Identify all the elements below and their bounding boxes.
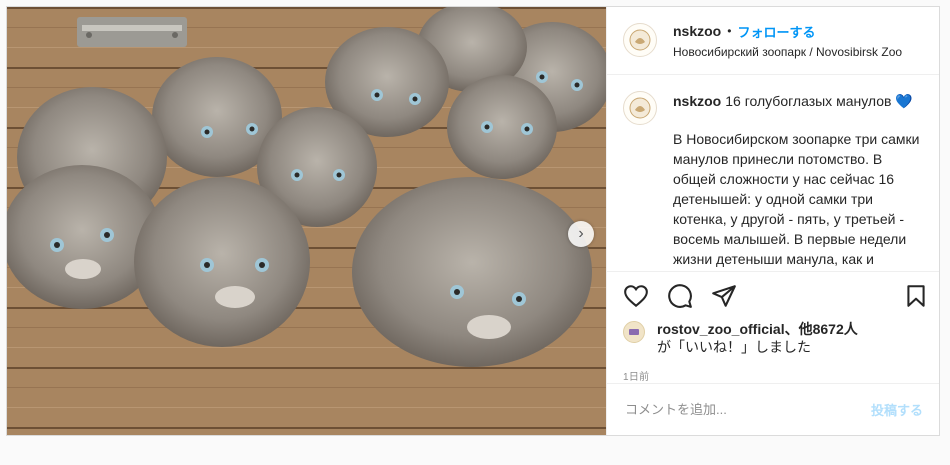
liker-avatar[interactable] xyxy=(623,321,645,344)
zoo-logo-icon xyxy=(629,97,651,119)
avatar[interactable] xyxy=(623,23,657,58)
zoo-logo-icon xyxy=(629,29,651,51)
post-comment-button[interactable]: 投稿する xyxy=(871,400,923,419)
location-link[interactable]: Новосибирский зоопарк / Novosibirsk Zoo xyxy=(673,45,902,59)
post-photo[interactable]: › xyxy=(7,7,606,435)
kittens-photo xyxy=(7,7,606,435)
instagram-post: › nskzoo • フォローする Новосибирский зоопарк … xyxy=(6,6,940,436)
separator-dot: • xyxy=(727,24,732,39)
caption-area: nskzoo 16 голубоглазых манулов 💙 В Новоси… xyxy=(607,75,939,271)
likes-suffix: が「いいね！」しました xyxy=(657,339,811,356)
liker-username[interactable]: rostov_zoo_official xyxy=(657,321,785,337)
follow-button[interactable]: フォローする xyxy=(737,22,815,41)
caption-text: nskzoo 16 голубоглазых манулов 💙 В Новоси… xyxy=(673,91,923,271)
chevron-right-icon: › xyxy=(578,225,584,242)
post-timestamp[interactable]: 1日前 xyxy=(607,356,939,383)
post-header: nskzoo • フォローする Новосибирский зоопарк / … xyxy=(607,7,939,75)
caption-avatar[interactable] xyxy=(623,90,657,125)
caption-username[interactable]: nskzoo xyxy=(673,93,721,109)
heart-icon[interactable] xyxy=(623,283,649,309)
rostov-zoo-logo-icon xyxy=(629,329,639,336)
comment-bar: 投稿する xyxy=(607,383,939,435)
likes-text: rostov_zoo_official、他8672人 が「いいね！」しました xyxy=(657,320,858,356)
comment-input[interactable] xyxy=(623,401,871,419)
comment-icon[interactable] xyxy=(667,283,693,309)
post-sidebar: nskzoo • フォローする Новосибирский зоопарк / … xyxy=(606,7,939,435)
caption-body: В Новосибирском зоопарке три самки манул… xyxy=(673,130,920,271)
header-text: nskzoo • フォローする Новосибирский зоопарк / … xyxy=(673,22,902,59)
bookmark-icon[interactable] xyxy=(903,283,929,309)
likes-summary: rostov_zoo_official、他8672人 が「いいね！」しました xyxy=(607,320,939,356)
next-photo-button[interactable]: › xyxy=(568,221,594,247)
caption-title: 16 голубоглазых манулов 💙 xyxy=(725,92,913,109)
action-bar xyxy=(607,270,939,321)
likes-count[interactable]: 、他8672人 xyxy=(785,321,858,337)
paper-plane-icon[interactable] xyxy=(711,283,737,309)
username-link[interactable]: nskzoo xyxy=(673,23,721,39)
